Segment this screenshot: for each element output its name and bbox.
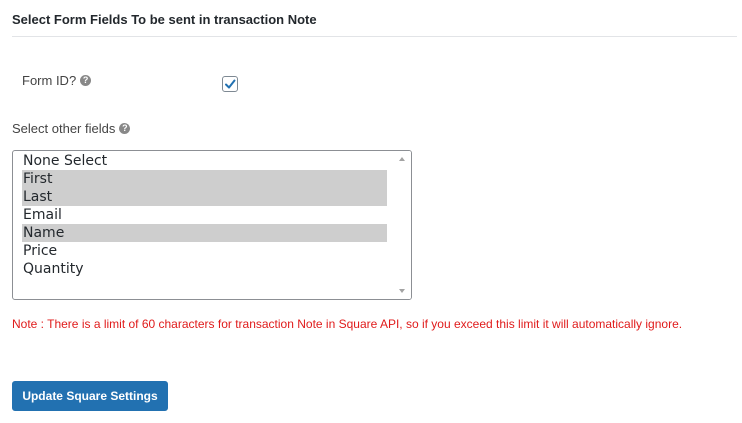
list-option-price[interactable]: Price	[22, 242, 387, 260]
scroll-down-arrow-icon[interactable]	[399, 289, 405, 293]
form-id-label-text: Form ID?	[22, 73, 77, 88]
help-icon[interactable]: ?	[80, 75, 92, 86]
scroll-up-arrow-icon[interactable]	[399, 157, 405, 161]
help-icon[interactable]: ?	[119, 123, 131, 134]
list-option-name[interactable]: Name	[22, 224, 387, 242]
other-fields-label: Select other fields ?	[12, 121, 131, 136]
list-option-none-select[interactable]: None Select	[22, 152, 387, 170]
other-fields-label-text: Select other fields	[12, 121, 116, 136]
list-option-quantity[interactable]: Quantity	[22, 260, 387, 278]
form-id-checkbox[interactable]	[222, 76, 238, 92]
list-option-last[interactable]: Last	[22, 188, 387, 206]
form-id-label: Form ID? ?	[22, 73, 92, 88]
character-limit-note: Note : There is a limit of 60 characters…	[12, 317, 683, 331]
checkmark-icon	[225, 79, 236, 89]
listbox-options: None Select First Last Email Name Price …	[22, 152, 387, 278]
update-square-settings-button[interactable]: Update Square Settings	[12, 381, 168, 411]
section-title: Select Form Fields To be sent in transac…	[12, 12, 317, 27]
list-option-email[interactable]: Email	[22, 206, 387, 224]
list-option-first[interactable]: First	[22, 170, 387, 188]
other-fields-listbox[interactable]: None Select First Last Email Name Price …	[12, 150, 412, 300]
section-divider	[12, 36, 737, 37]
listbox-scrollbar[interactable]	[394, 151, 411, 299]
